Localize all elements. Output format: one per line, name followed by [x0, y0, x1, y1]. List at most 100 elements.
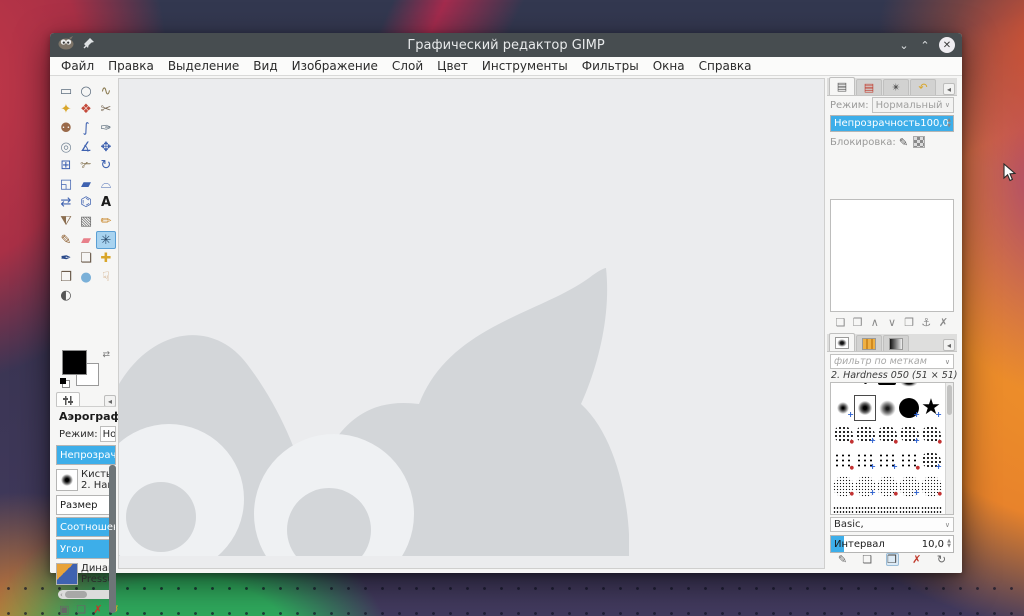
- brushes-dock-menu-button[interactable]: ◂: [943, 339, 955, 351]
- delete-layer-button[interactable]: ✗: [937, 316, 950, 329]
- layer-mode-combo[interactable]: Нормальный ∨: [871, 97, 954, 113]
- menu-colors[interactable]: Цвет: [430, 57, 475, 75]
- tool-rect-select[interactable]: ▭: [56, 82, 76, 101]
- brush-swatch[interactable]: [832, 447, 854, 473]
- tool-blend[interactable]: ▧: [76, 212, 96, 231]
- brush-selector-row[interactable]: Кисть 2. Hard: [56, 467, 116, 493]
- brush-swatch[interactable]: [898, 473, 920, 499]
- tool-eraser[interactable]: ▰: [76, 231, 96, 250]
- new-layer-group-button[interactable]: ❒: [851, 316, 864, 329]
- paths-tab[interactable]: ✴: [883, 79, 909, 95]
- brush-tag-combo[interactable]: Basic, ∨: [830, 517, 954, 532]
- angle-slider[interactable]: Угол: [56, 539, 116, 559]
- brush-swatch[interactable]: [920, 421, 942, 447]
- aspect-ratio-slider[interactable]: Соотношени: [56, 517, 116, 537]
- menu-layer[interactable]: Слой: [385, 57, 430, 75]
- tool-paths[interactable]: ∫: [76, 119, 96, 138]
- swap-colors-icon[interactable]: ⇄: [102, 350, 110, 360]
- menu-help[interactable]: Справка: [692, 57, 759, 75]
- menu-filters[interactable]: Фильтры: [575, 57, 646, 75]
- brush-swatch[interactable]: [876, 473, 898, 499]
- tool-fuzzy-select[interactable]: ✦: [56, 101, 76, 120]
- patterns-tab[interactable]: [856, 335, 882, 351]
- tool-blur-sharpen[interactable]: ●: [76, 268, 96, 287]
- tool-options-scrollbar[interactable]: [109, 465, 116, 613]
- tool-scissors-select[interactable]: ✂: [96, 101, 116, 120]
- brush-swatch[interactable]: [832, 421, 854, 447]
- brush-filter-input[interactable]: фильтр по меткам ∨: [830, 354, 954, 369]
- brush-swatch[interactable]: [920, 395, 942, 421]
- titlebar[interactable]: Графический редактор GIMP ⌄ ⌃ ✕: [50, 33, 962, 57]
- brush-swatch[interactable]: [832, 383, 854, 395]
- tool-zoom[interactable]: ◎: [56, 138, 76, 157]
- brush-swatch[interactable]: [898, 447, 920, 473]
- pin-icon[interactable]: [83, 37, 95, 53]
- brush-swatch[interactable]: [920, 473, 942, 499]
- dynamics-preview-icon[interactable]: [56, 563, 78, 585]
- layers-dock-menu-button[interactable]: ◂: [943, 83, 955, 95]
- new-layer-button[interactable]: ❏: [834, 316, 847, 329]
- horizontal-scrollbar[interactable]: ‹›: [58, 590, 114, 599]
- refresh-brushes-button[interactable]: ↻: [935, 553, 948, 566]
- tool-perspective[interactable]: ⌓: [96, 175, 116, 194]
- tool-free-select[interactable]: ∿: [96, 82, 116, 101]
- brush-swatch[interactable]: [832, 499, 854, 514]
- brush-swatch[interactable]: [876, 395, 898, 421]
- spacing-spinner[interactable]: ▲ ▼: [945, 537, 953, 551]
- brush-swatch[interactable]: [854, 499, 876, 514]
- tool-measure[interactable]: ∡: [76, 138, 96, 157]
- brush-swatch[interactable]: [898, 383, 920, 395]
- mode-combo[interactable]: Норм: [99, 426, 116, 442]
- lower-layer-button[interactable]: ∨: [885, 316, 898, 329]
- lock-alpha-icon[interactable]: [913, 136, 926, 148]
- close-button[interactable]: ✕: [939, 37, 955, 53]
- brush-swatch[interactable]: [876, 447, 898, 473]
- tool-smudge[interactable]: ☟: [96, 268, 116, 287]
- tool-move[interactable]: ✥: [96, 138, 116, 157]
- raise-layer-button[interactable]: ∧: [868, 316, 881, 329]
- menu-select[interactable]: Выделение: [161, 57, 246, 75]
- menu-image[interactable]: Изображение: [285, 57, 385, 75]
- tool-color-picker[interactable]: ✑: [96, 119, 116, 138]
- tool-heal[interactable]: ✚: [96, 249, 116, 268]
- tool-paintbrush[interactable]: ✎: [56, 231, 76, 250]
- brush-swatch[interactable]: [854, 473, 876, 499]
- duplicate-brush-button[interactable]: ❐: [885, 552, 899, 566]
- tool-ink[interactable]: ✒: [56, 249, 76, 268]
- brush-swatch[interactable]: [876, 499, 898, 514]
- brush-swatch[interactable]: [854, 383, 876, 395]
- brush-preview-icon[interactable]: [56, 469, 78, 491]
- brush-swatch[interactable]: [832, 473, 854, 499]
- brush-swatch[interactable]: [854, 421, 876, 447]
- canvas-area[interactable]: [118, 78, 825, 569]
- tool-perspective-clone[interactable]: ❐: [56, 268, 76, 287]
- size-slider[interactable]: Размер: [56, 495, 116, 515]
- tool-text[interactable]: A: [96, 194, 116, 213]
- tool-bucket-fill[interactable]: ⧨: [56, 212, 76, 231]
- tool-dodge-burn[interactable]: ◐: [56, 287, 76, 306]
- brush-swatch[interactable]: [898, 499, 920, 514]
- brush-swatch[interactable]: [920, 447, 942, 473]
- dynamics-selector-row[interactable]: Динами Pressur ∨: [56, 561, 116, 587]
- channels-tab[interactable]: ▤: [856, 79, 882, 95]
- tool-crop[interactable]: ✃: [76, 156, 96, 175]
- maximize-button[interactable]: ⌃: [918, 39, 932, 52]
- brush-grid-scrollbar[interactable]: [945, 383, 953, 514]
- tool-cage-transform[interactable]: ⌬: [76, 194, 96, 213]
- minimize-button[interactable]: ⌄: [897, 39, 911, 52]
- color-area[interactable]: ⇄: [60, 350, 112, 390]
- delete-brush-button[interactable]: ✗: [910, 553, 923, 566]
- tool-shear[interactable]: ▰: [76, 175, 96, 194]
- default-colors-icon[interactable]: [60, 378, 70, 388]
- layer-opacity-slider[interactable]: Непрозрачность 100,0 ▲ ▼: [830, 115, 954, 132]
- menu-file[interactable]: Файл: [54, 57, 101, 75]
- save-tool-preset-button[interactable]: ▣: [59, 603, 69, 616]
- tool-align[interactable]: ⊞: [56, 156, 76, 175]
- opacity-slider[interactable]: Непрозрачно: [56, 445, 116, 465]
- brush-swatch[interactable]: [898, 395, 920, 421]
- tool-foreground-select[interactable]: ⚉: [56, 119, 76, 138]
- tool-clone[interactable]: ❏: [76, 249, 96, 268]
- foreground-color-swatch[interactable]: [62, 350, 87, 375]
- edit-brush-button[interactable]: ✎: [836, 553, 849, 566]
- menu-tools[interactable]: Инструменты: [475, 57, 575, 75]
